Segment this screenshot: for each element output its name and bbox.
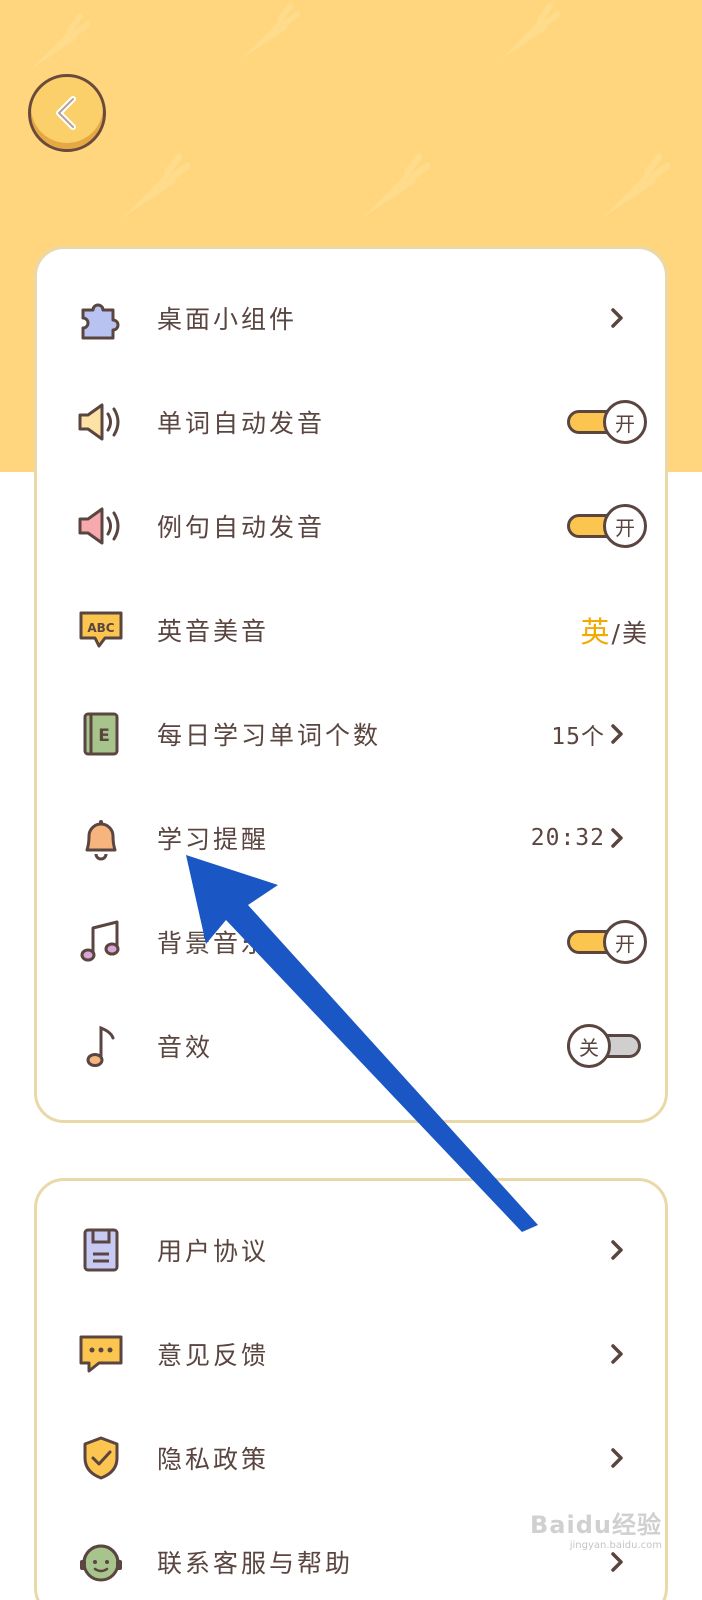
svg-text:ABC: ABC: [87, 621, 114, 635]
book-icon: E: [75, 708, 127, 760]
setting-label: 单词自动发音: [157, 409, 326, 438]
info-label: 用户协议: [157, 1237, 270, 1266]
toggle-knob: 开: [603, 400, 647, 444]
back-button[interactable]: [28, 74, 106, 152]
accent-separator: /: [611, 619, 620, 648]
study-reminder-time: 20:32: [530, 825, 605, 851]
setting-label: 桌面小组件: [157, 305, 298, 334]
settings-card: 桌面小组件 单词自动发音 开 例句自动发音 开 ABC 英音美音 英 / 美 E…: [34, 246, 668, 1123]
info-label: 联系客服与帮助: [157, 1549, 354, 1578]
accent-american[interactable]: 美: [622, 614, 647, 650]
speaker-icon: [75, 500, 127, 552]
toggle-knob: 开: [603, 920, 647, 964]
carrot-decoration-icon: [361, 153, 430, 219]
accent-british[interactable]: 英: [581, 609, 610, 651]
speaker-icon: [75, 396, 127, 448]
setting-row-widget[interactable]: 桌面小组件: [37, 266, 665, 370]
info-row-feedback[interactable]: 意见反馈: [37, 1302, 665, 1406]
info-row-user-agreement[interactable]: 用户协议: [37, 1198, 665, 1302]
setting-row-daily-words[interactable]: E 每日学习单词个数 15个: [37, 682, 665, 786]
sentence-auto-pronounce-toggle[interactable]: 开: [567, 504, 647, 548]
word-auto-pronounce-toggle[interactable]: 开: [567, 400, 647, 444]
setting-label: 学习提醒: [157, 825, 270, 854]
chevron-right-icon: [607, 825, 627, 851]
chevron-right-icon: [607, 1341, 627, 1367]
carrot-decoration-icon: [240, 3, 300, 60]
headset-avatar-icon: [75, 1536, 127, 1588]
setting-label: 例句自动发音: [157, 513, 326, 542]
setting-label: 音效: [157, 1033, 214, 1062]
svg-text:E: E: [98, 726, 110, 746]
info-row-privacy-policy[interactable]: 隐私政策: [37, 1406, 665, 1510]
chat-bubble-icon: [75, 1328, 127, 1380]
carrot-decoration-icon: [601, 153, 670, 219]
info-label: 隐私政策: [157, 1445, 270, 1474]
setting-row-sound-effects: 音效 关: [37, 994, 665, 1098]
chevron-right-icon: [607, 1237, 627, 1263]
setting-row-background-music: 背景音乐 开: [37, 890, 665, 994]
toggle-knob: 关: [567, 1024, 611, 1068]
background-music-toggle[interactable]: 开: [567, 920, 647, 964]
chevron-right-icon: [607, 305, 627, 331]
bell-icon: [75, 812, 127, 864]
chevron-left-icon: [56, 96, 76, 130]
setting-label: 每日学习单词个数: [157, 721, 382, 750]
watermark-brand: Baidu经验: [530, 1511, 662, 1539]
toggle-knob: 开: [603, 504, 647, 548]
accent-switch[interactable]: 英 / 美: [581, 609, 647, 651]
music-note-icon: [75, 1020, 127, 1072]
carrot-decoration-icon: [121, 153, 190, 219]
setting-row-accent: ABC 英音美音 英 / 美: [37, 578, 665, 682]
info-label: 意见反馈: [157, 1341, 270, 1370]
abc-bubble-icon: ABC: [75, 604, 127, 656]
carrot-decoration-icon: [500, 3, 560, 60]
watermark-url: jingyan.baidu.com: [569, 1540, 662, 1551]
setting-label: 背景音乐: [157, 929, 270, 958]
chevron-right-icon: [607, 1549, 627, 1575]
document-icon: [75, 1224, 127, 1276]
sound-effects-toggle[interactable]: 关: [567, 1024, 647, 1068]
carrot-decoration-icon: [30, 13, 90, 70]
chevron-right-icon: [607, 721, 627, 747]
setting-label: 英音美音: [157, 617, 270, 646]
setting-row-word-auto-pronounce: 单词自动发音 开: [37, 370, 665, 474]
setting-row-sentence-auto-pronounce: 例句自动发音 开: [37, 474, 665, 578]
daily-words-value: 15个: [551, 724, 605, 750]
chevron-right-icon: [607, 1445, 627, 1471]
shield-check-icon: [75, 1432, 127, 1484]
setting-row-study-reminder[interactable]: 学习提醒 20:32: [37, 786, 665, 890]
puzzle-icon: [75, 292, 127, 344]
music-notes-icon: [75, 916, 127, 968]
